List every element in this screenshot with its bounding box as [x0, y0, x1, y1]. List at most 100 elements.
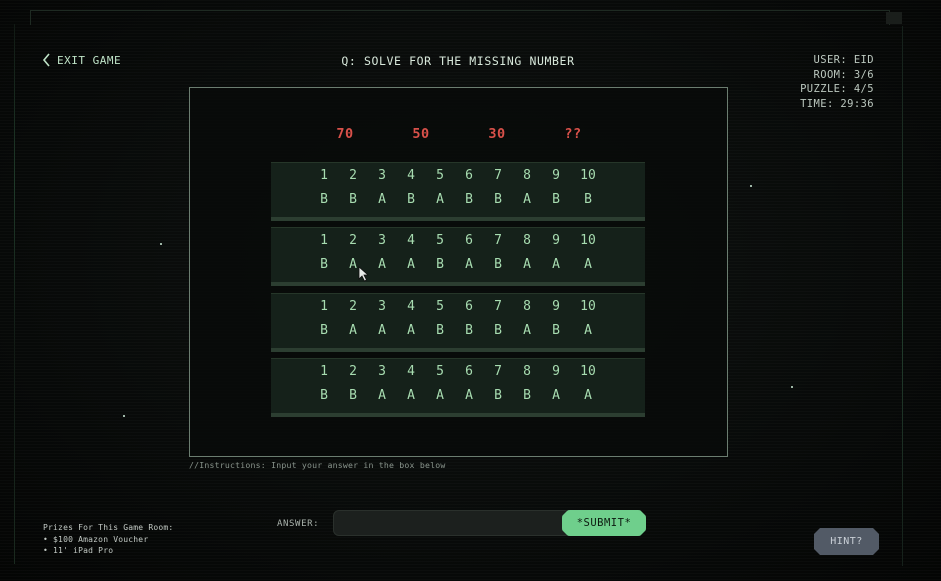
letter-cell: A: [407, 257, 415, 272]
letter-cell: B: [320, 192, 328, 207]
letter-cell: A: [378, 388, 386, 403]
number-cell: 9: [552, 364, 560, 379]
number-cell: 3: [378, 364, 386, 379]
letter-cell: B: [320, 388, 328, 403]
decorative-speck: [750, 185, 752, 187]
stat-time: TIME: 29:36: [800, 97, 874, 110]
letter-cell: A: [378, 257, 386, 272]
number-cell: 4: [407, 364, 415, 379]
number-cell: 7: [494, 233, 502, 248]
number-cell: 10: [580, 364, 596, 379]
answer-input[interactable]: [333, 510, 571, 536]
letter-cell: A: [465, 257, 473, 272]
number-cell: 3: [378, 299, 386, 314]
number-cell: 7: [494, 364, 502, 379]
number-cell: 1: [320, 364, 328, 379]
instructions-text: //Instructions: Input your answer in the…: [189, 460, 446, 470]
number-cell: 4: [407, 299, 415, 314]
prizes-title: Prizes For This Game Room:: [43, 523, 174, 532]
number-cell: 9: [552, 168, 560, 183]
puzzle-row-card: 1 2 3 4 5 6 7 8 9 10 B A A A B B B A B A: [271, 293, 645, 352]
letter-cell: A: [523, 192, 531, 207]
missing-target-value: ??: [564, 126, 582, 142]
number-cell: 4: [407, 233, 415, 248]
letter-cell: B: [407, 192, 415, 207]
number-row: 1 2 3 4 5 6 7 8 9 10: [271, 299, 645, 315]
number-cell: 1: [320, 299, 328, 314]
letter-cell: B: [465, 192, 473, 207]
frame-left-border: [14, 24, 15, 564]
submit-button[interactable]: *SUBMIT*: [562, 510, 646, 536]
stat-puzzle: PUZZLE: 4/5: [800, 83, 874, 96]
letter-row: BBAAAABBAA: [271, 388, 645, 404]
number-cell: 10: [580, 233, 596, 248]
letter-cell: A: [436, 192, 444, 207]
number-cell: 3: [378, 233, 386, 248]
game-screen: EXIT GAME Q: SOLVE FOR THE MISSING NUMBE…: [0, 0, 941, 581]
puzzle-row-card: 1 2 3 4 5 6 7 8 9 10 B B A A A A B B A A: [271, 358, 645, 417]
number-cell: 4: [407, 168, 415, 183]
number-cell: 3: [378, 168, 386, 183]
number-cell: 8: [523, 299, 531, 314]
letter-cell: B: [349, 388, 357, 403]
prizes-section: Prizes For This Game Room: $100 Amazon V…: [43, 522, 173, 557]
letter-cell: A: [523, 323, 531, 338]
letter-cell: A: [552, 388, 560, 403]
decorative-speck: [791, 386, 793, 388]
number-cell: 6: [465, 168, 473, 183]
target-value: 50: [412, 126, 430, 142]
number-row: 1 2 3 4 5 6 7 8 9 10: [271, 168, 645, 184]
letter-cell: A: [584, 388, 592, 403]
number-cell: 1: [320, 168, 328, 183]
stat-user: USER: EID: [813, 54, 874, 66]
letter-cell: B: [436, 323, 444, 338]
number-cell: 9: [552, 299, 560, 314]
stat-room: ROOM: 3/6: [813, 68, 874, 81]
letter-cell: B: [494, 192, 502, 207]
number-cell: 2: [349, 168, 357, 183]
letter-row: BBABABBABB: [271, 192, 645, 208]
letter-cell: A: [436, 388, 444, 403]
letter-cell: B: [494, 388, 502, 403]
number-cell: 7: [494, 168, 502, 183]
number-cell: 7: [494, 299, 502, 314]
target-value: 30: [488, 126, 506, 142]
mouse-pointer-icon: [358, 266, 370, 286]
letter-cell: A: [584, 257, 592, 272]
number-cell: 6: [465, 299, 473, 314]
letter-cell: A: [378, 323, 386, 338]
number-cell: 10: [580, 299, 596, 314]
puzzle-row-card: 1 2 3 4 5 6 7 8 9 10 B A A A B A B A A A: [271, 227, 645, 286]
number-cell: 8: [523, 168, 531, 183]
decorative-speck: [123, 415, 125, 417]
letter-cell: B: [523, 388, 531, 403]
number-cell: 2: [349, 299, 357, 314]
answer-label: ANSWER:: [277, 519, 320, 529]
letter-cell: B: [552, 323, 560, 338]
puzzle-row-card: 1 2 3 4 5 6 7 8 9 10 B B A B A B B A B B: [271, 162, 645, 221]
number-cell: 8: [523, 364, 531, 379]
letter-cell: B: [436, 257, 444, 272]
letter-cell: A: [523, 257, 531, 272]
number-cell: 5: [436, 168, 444, 183]
frame-corner: [886, 12, 902, 24]
decorative-speck: [160, 243, 162, 245]
letter-cell: B: [320, 323, 328, 338]
letter-cell: B: [584, 192, 592, 207]
puzzle-panel: 70 50 30 ?? 1 2 3 4 5 6 7 8 9 10 B B A B A B B A B B 1 2 3 4 5 6 7…: [189, 87, 728, 457]
letter-cell: B: [349, 192, 357, 207]
letter-cell: A: [407, 323, 415, 338]
letter-cell: A: [584, 323, 592, 338]
prize-item: $100 Amazon Voucher: [43, 534, 173, 546]
letter-cell: B: [320, 257, 328, 272]
letter-cell: B: [465, 323, 473, 338]
number-cell: 9: [552, 233, 560, 248]
game-stats: USER: EID ROOM: 3/6 PUZZLE: 4/5 TIME: 29…: [800, 53, 874, 111]
letter-cell: A: [552, 257, 560, 272]
hint-button[interactable]: HINT?: [814, 528, 879, 555]
number-cell: 5: [436, 233, 444, 248]
number-cell: 1: [320, 233, 328, 248]
question-title: Q: SOLVE FOR THE MISSING NUMBER: [341, 54, 575, 68]
number-cell: 2: [349, 233, 357, 248]
letter-cell: A: [407, 388, 415, 403]
